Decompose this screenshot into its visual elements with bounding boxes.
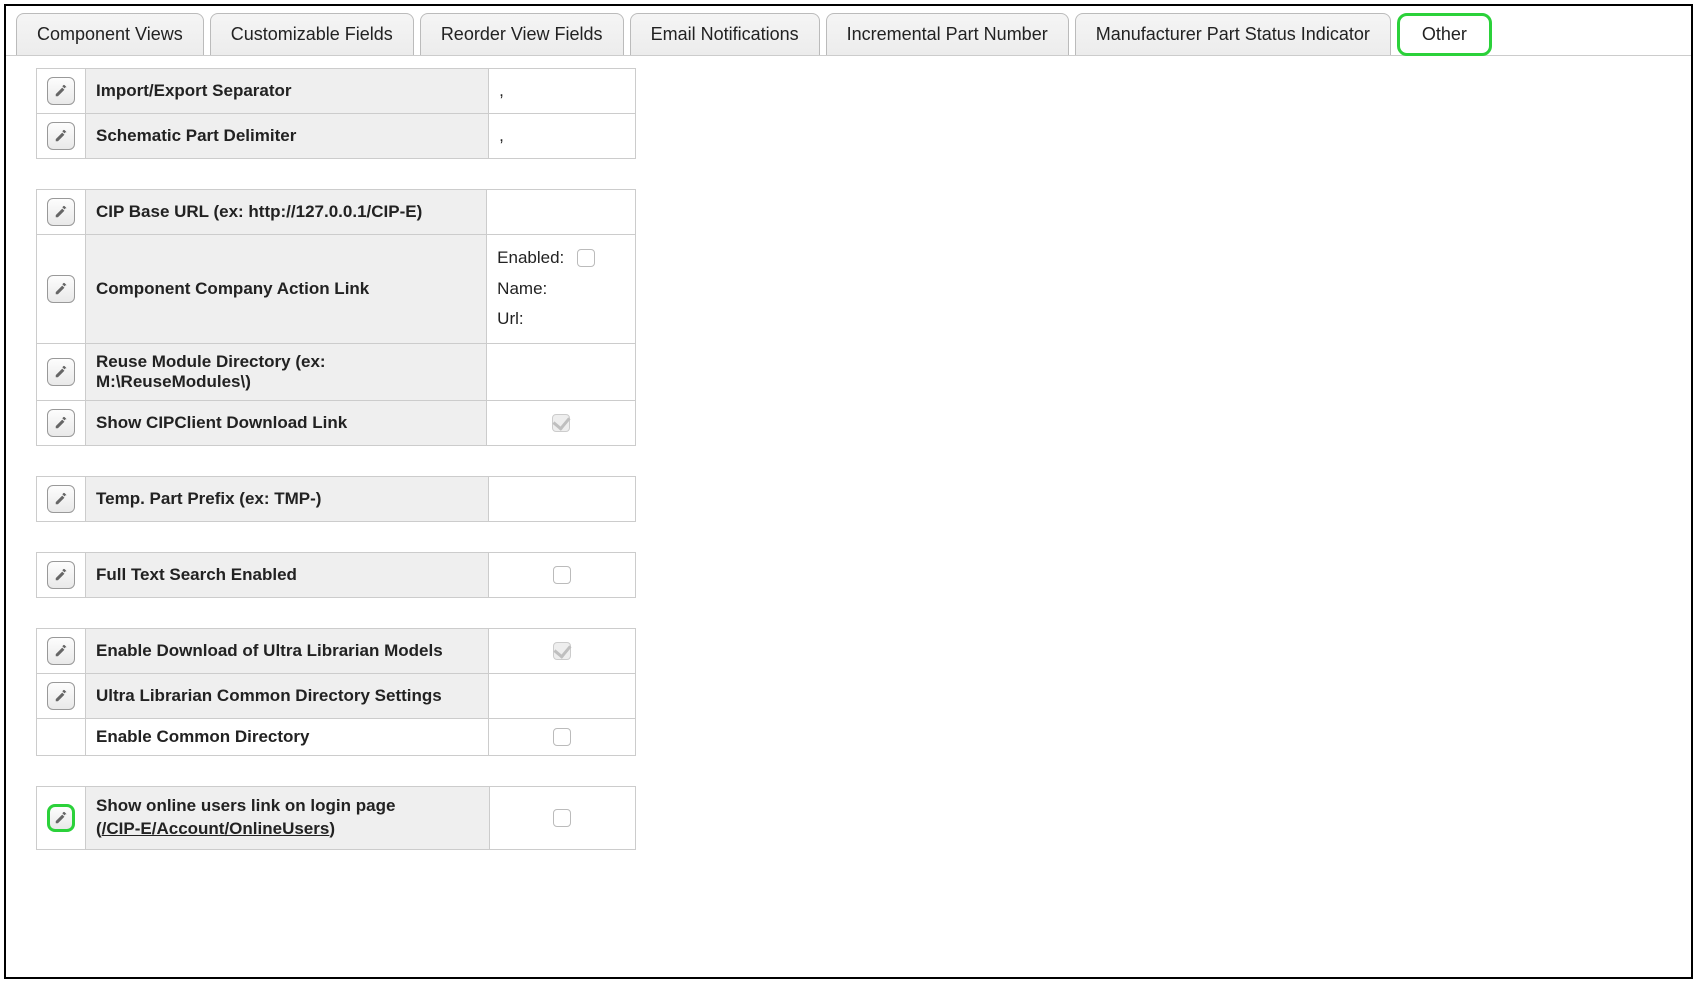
row-enable-common-directory: Enable Common Directory [37,718,636,755]
edit-button-temp-part-prefix[interactable] [47,485,75,513]
pencil-icon [54,492,68,506]
edit-button-show-online-users[interactable] [47,804,75,832]
settings-group-fulltext: Full Text Search Enabled [36,552,636,598]
row-cip-base-url: CIP Base URL (ex: http://127.0.0.1/CIP-E… [37,190,636,235]
edit-button-schematic-part-delimiter[interactable] [47,122,75,150]
value-cip-base-url [487,190,636,235]
value-full-text-search [488,552,635,597]
label-reuse-module-directory: Reuse Module Directory (ex: M:\ReuseModu… [86,343,487,400]
link-online-users-path[interactable]: /CIP-E/Account/OnlineUsers [102,819,330,838]
app-frame: Component Views Customizable Fields Reor… [4,4,1693,979]
sublabel-url: Url: [497,304,577,335]
checkbox-show-online-users [553,809,571,827]
tab-incremental-part-number[interactable]: Incremental Part Number [826,13,1069,55]
row-component-company-action-link: Component Company Action Link Enabled: N… [37,235,636,344]
label-show-online-users: Show online users link on login page (/C… [86,786,490,849]
label-enable-ul-download: Enable Download of Ultra Librarian Model… [86,628,489,673]
edit-button-reuse-module-directory[interactable] [47,358,75,386]
settings-group-ultra-librarian: Enable Download of Ultra Librarian Model… [36,628,636,756]
value-temp-part-prefix [488,476,635,521]
tab-email-notifications[interactable]: Email Notifications [630,13,820,55]
edit-button-ul-common-dir-settings[interactable] [47,682,75,710]
tabs-bar: Component Views Customizable Fields Reor… [6,6,1691,56]
label-cip-base-url: CIP Base URL (ex: http://127.0.0.1/CIP-E… [86,190,487,235]
value-enable-ul-download [488,628,635,673]
label-schematic-part-delimiter: Schematic Part Delimiter [86,114,489,159]
pencil-icon [54,365,68,379]
value-show-online-users [489,786,635,849]
row-full-text-search: Full Text Search Enabled [37,552,636,597]
tab-customizable-fields[interactable]: Customizable Fields [210,13,414,55]
pencil-icon [54,282,68,296]
sublabel-name: Name: [497,274,577,305]
settings-group-online-users: Show online users link on login page (/C… [36,786,636,850]
pencil-icon [54,84,68,98]
edit-button-import-export-separator[interactable] [47,77,75,105]
edit-button-full-text-search[interactable] [47,561,75,589]
tab-component-views[interactable]: Component Views [16,13,204,55]
checkbox-enable-ul-download [553,642,571,660]
row-schematic-part-delimiter: Schematic Part Delimiter , [37,114,636,159]
label-show-online-users-line2-post: ) [329,819,335,838]
value-schematic-part-delimiter: , [489,114,636,159]
value-ul-common-dir-settings [488,673,635,718]
label-import-export-separator: Import/Export Separator [86,69,489,114]
pencil-icon [54,205,68,219]
edit-button-company-action-link[interactable] [47,275,75,303]
row-temp-part-prefix: Temp. Part Prefix (ex: TMP-) [37,476,636,521]
label-full-text-search: Full Text Search Enabled [86,552,489,597]
edit-button-enable-ul-download[interactable] [47,637,75,665]
pencil-icon [54,568,68,582]
tab-manufacturer-part-status[interactable]: Manufacturer Part Status Indicator [1075,13,1391,55]
edit-button-cip-base-url[interactable] [47,198,75,226]
label-company-action-link: Component Company Action Link [86,235,487,344]
edit-button-show-cipclient-download[interactable] [47,409,75,437]
row-import-export-separator: Import/Export Separator , [37,69,636,114]
label-enable-common-directory: Enable Common Directory [86,718,489,755]
label-show-cipclient-download: Show CIPClient Download Link [86,400,487,445]
settings-group-separators: Import/Export Separator , Schematic Part… [36,68,636,159]
value-enable-common-directory [488,718,635,755]
row-ul-common-dir-settings: Ultra Librarian Common Directory Setting… [37,673,636,718]
label-ul-common-dir-settings: Ultra Librarian Common Directory Setting… [86,673,489,718]
row-show-online-users: Show online users link on login page (/C… [37,786,636,849]
checkbox-company-action-enabled [577,249,595,267]
pencil-icon [54,129,68,143]
tab-reorder-view-fields[interactable]: Reorder View Fields [420,13,624,55]
tab-content-other: Import/Export Separator , Schematic Part… [6,56,1691,892]
row-enable-ul-download: Enable Download of Ultra Librarian Model… [37,628,636,673]
row-show-cipclient-download: Show CIPClient Download Link [37,400,636,445]
row-reuse-module-directory: Reuse Module Directory (ex: M:\ReuseModu… [37,343,636,400]
settings-group-temp-part: Temp. Part Prefix (ex: TMP-) [36,476,636,522]
pencil-icon [54,644,68,658]
value-import-export-separator: , [489,69,636,114]
pencil-icon [54,416,68,430]
settings-group-cip: CIP Base URL (ex: http://127.0.0.1/CIP-E… [36,189,636,446]
checkbox-enable-common-directory [553,728,571,746]
sublabel-enabled: Enabled: [497,243,577,274]
pencil-icon [54,811,68,825]
pencil-icon [54,689,68,703]
checkbox-full-text-search [553,566,571,584]
value-company-action-link: Enabled: Name: Url: [487,235,636,344]
label-show-online-users-line1: Show online users link on login page [96,796,395,815]
value-reuse-module-directory [487,343,636,400]
checkbox-show-cipclient-download [552,414,570,432]
value-show-cipclient-download [487,400,636,445]
tab-other[interactable]: Other [1397,13,1492,56]
label-temp-part-prefix: Temp. Part Prefix (ex: TMP-) [86,476,489,521]
